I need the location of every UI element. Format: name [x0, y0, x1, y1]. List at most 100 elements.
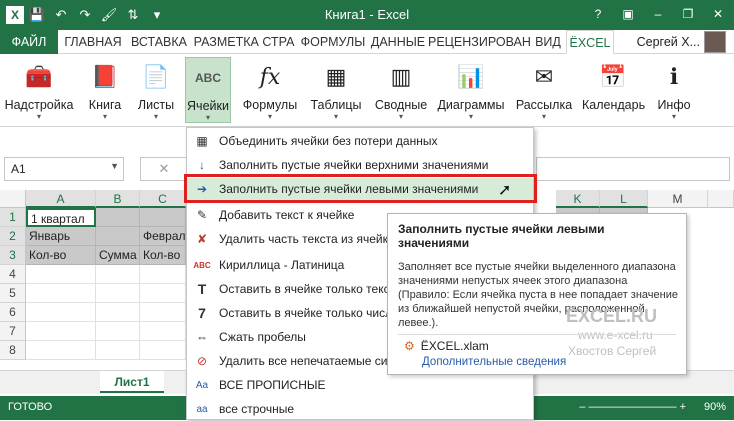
name-box[interactable]: A1 ▼ [4, 157, 124, 181]
name-box-value: A1 [11, 162, 26, 176]
cells-button[interactable]: ABC Ячейки ▾ [185, 57, 231, 123]
charts-button[interactable]: 📊 Диаграммы ▾ [436, 57, 506, 123]
restore-icon[interactable]: ❐ [676, 3, 700, 25]
cell-c2[interactable]: Феврал [140, 227, 186, 246]
minimize-icon[interactable]: – [646, 3, 670, 25]
addin-file-icon: ⚙ [404, 339, 415, 353]
book-button[interactable]: 📕 Книга ▾ [84, 57, 126, 123]
cell[interactable] [96, 341, 140, 360]
pivots-button[interactable]: ▥ Сводные ▾ [372, 57, 430, 123]
zoom-out-icon[interactable]: – [579, 401, 585, 413]
menu-item-label: все строчные [219, 402, 295, 416]
chevron-down-icon: ▾ [36, 112, 41, 121]
column-header-a[interactable]: A [26, 190, 96, 208]
delete-text-icon: ✘ [196, 232, 208, 246]
mailing-button[interactable]: ✉ Рассылка ▾ [514, 57, 574, 123]
row-header[interactable]: 5 [0, 284, 26, 303]
select-all-corner[interactable] [0, 190, 26, 208]
cell[interactable] [96, 265, 140, 284]
cell[interactable] [96, 284, 140, 303]
row-header[interactable]: 1 [0, 208, 26, 227]
zoom-in-icon[interactable]: + [680, 401, 686, 413]
tooltip-divider [398, 334, 676, 335]
uppercase-icon: Aa [195, 380, 209, 391]
cell[interactable] [140, 284, 186, 303]
tab-yoxcel[interactable]: ЁXCEL [566, 30, 614, 54]
calendar-icon: 📅 [599, 64, 627, 89]
addins-button[interactable]: 🧰 Надстройка ▾ [4, 57, 74, 123]
cell[interactable] [140, 303, 186, 322]
ribbon-display-icon[interactable]: ▣ [616, 3, 640, 25]
tooltip-file-name: ЁXCEL.xlam [420, 339, 489, 353]
cell-a3[interactable]: Кол-во [26, 246, 96, 265]
cell[interactable] [140, 322, 186, 341]
cell[interactable] [96, 322, 140, 341]
column-header-l[interactable]: L [600, 190, 648, 208]
cell-c3[interactable]: Кол-во [140, 246, 186, 265]
pivot-icon: ▥ [390, 64, 412, 89]
menu-item-label: Оставить в ячейке только числа [219, 306, 399, 320]
tab-file[interactable]: ФАЙЛ [0, 30, 58, 54]
row-header[interactable]: 6 [0, 303, 26, 322]
cell-a2[interactable]: Январь [26, 227, 96, 246]
text-t-icon: T [197, 281, 207, 297]
cell[interactable] [26, 265, 96, 284]
cell-b3[interactable]: Сумма [96, 246, 140, 265]
row-header[interactable]: 2 [0, 227, 26, 246]
zoom-slider[interactable]: – ———————— + [579, 401, 686, 413]
row-header[interactable]: 4 [0, 265, 26, 284]
user-name[interactable]: Сергей Х... [637, 30, 700, 54]
column-header-n[interactable] [708, 190, 734, 208]
column-header-b[interactable]: B [96, 190, 140, 208]
mail-icon: ✉ [534, 64, 554, 89]
cell-c1[interactable] [140, 208, 186, 227]
cell[interactable] [140, 341, 186, 360]
cell[interactable] [26, 341, 96, 360]
more-info-link[interactable]: Дополнительные сведения [422, 356, 566, 368]
tab-home[interactable]: ГЛАВНАЯ [60, 30, 126, 54]
column-header-m[interactable]: M [648, 190, 708, 208]
cell[interactable] [96, 303, 140, 322]
tab-data[interactable]: ДАННЫЕ [370, 30, 426, 54]
cell[interactable] [140, 265, 186, 284]
tab-review[interactable]: РЕЦЕНЗИРОВАН [428, 30, 531, 54]
cell-b1[interactable] [96, 208, 140, 227]
sheets-button[interactable]: 📄 Листы ▾ [134, 57, 178, 123]
cell[interactable] [26, 303, 96, 322]
book-label: Книга [88, 98, 122, 112]
cell[interactable] [26, 322, 96, 341]
row-header[interactable]: 3 [0, 246, 26, 265]
cell-b2[interactable] [96, 227, 140, 246]
menu-item-lowercase[interactable]: aa все строчные [187, 398, 533, 421]
tab-page-layout[interactable]: РАЗМЕТКА СТРА [192, 30, 296, 54]
highlight-frame [184, 174, 537, 203]
book-icon: 📕 [91, 64, 119, 89]
tab-view[interactable]: ВИД [532, 30, 564, 54]
tab-insert[interactable]: ВСТАВКА [128, 30, 190, 54]
column-header-c[interactable]: C [140, 190, 186, 208]
menu-item-label: Объединить ячейки без потери данных [219, 134, 438, 148]
close-icon[interactable]: ✕ [706, 3, 730, 25]
calendar-button[interactable]: 📅 Календарь [582, 57, 645, 123]
avatar[interactable] [704, 31, 726, 53]
chevron-down-icon[interactable]: ▼ [110, 161, 119, 171]
tables-button[interactable]: ▦ Таблицы ▾ [308, 57, 364, 123]
tab-formulas[interactable]: ФОРМУЛЫ [298, 30, 368, 54]
sheet-icon: 📄 [142, 64, 170, 89]
menu-item-merge-cells[interactable]: ▦ Объединить ячейки без потери данных [187, 130, 533, 153]
cancel-icon[interactable]: ✕ [140, 157, 188, 181]
abc-cells-icon: ABC [195, 71, 221, 85]
row-header[interactable]: 7 [0, 322, 26, 341]
sheet-tab-list1[interactable]: Лист1 [100, 371, 164, 393]
row-header[interactable]: 8 [0, 341, 26, 360]
formula-input[interactable] [536, 157, 730, 181]
formulas-button[interactable]: fx Формулы ▾ [240, 57, 300, 123]
cell[interactable] [26, 284, 96, 303]
menu-item-label: Удалить часть текста из ячейки [219, 232, 395, 246]
menu-item-uppercase[interactable]: Aa ВСЕ ПРОПИСНЫЕ [187, 374, 533, 397]
info-button[interactable]: ℹ Инфо ▾ [654, 57, 694, 123]
zoom-level[interactable]: 90% [704, 401, 726, 413]
help-icon[interactable]: ? [586, 3, 610, 25]
column-header-k[interactable]: K [556, 190, 600, 208]
cell-a1[interactable]: 1 квартал [26, 208, 96, 227]
